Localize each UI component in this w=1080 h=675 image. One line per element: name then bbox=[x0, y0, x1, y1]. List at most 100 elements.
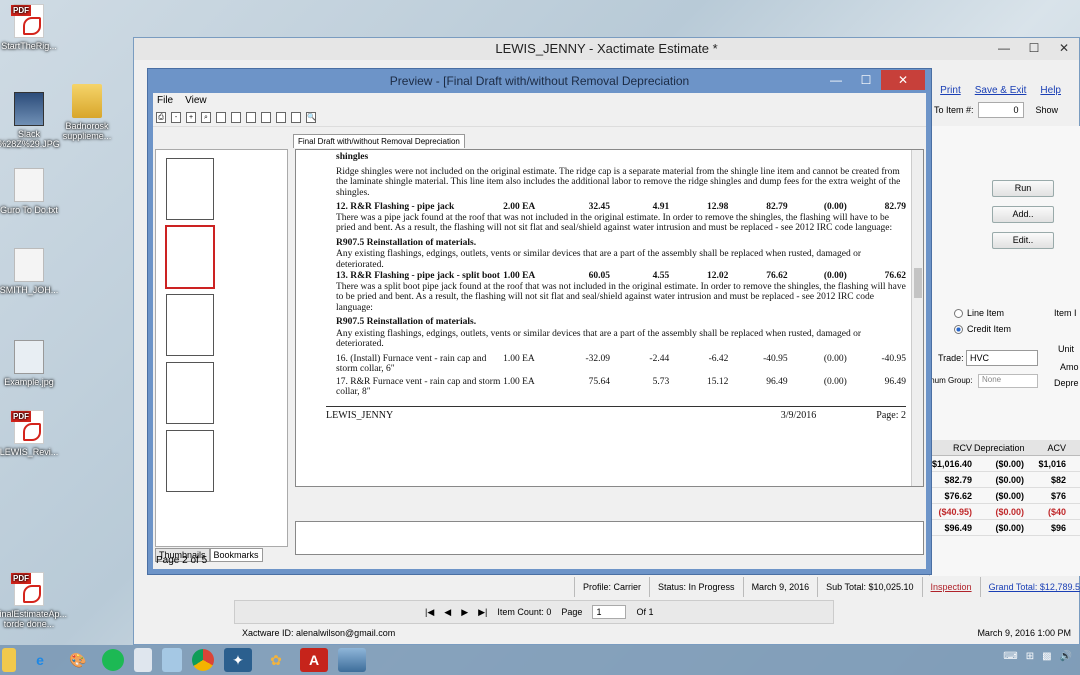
desktop-icon-pdf[interactable]: FinalEstimateAp... torde done... bbox=[0, 572, 67, 629]
document-content: shingles Ridge shingles were not include… bbox=[336, 152, 906, 398]
page-thumbnail[interactable] bbox=[166, 294, 214, 356]
next-page-icon[interactable]: ▶ bbox=[461, 607, 468, 618]
print-link[interactable]: Print bbox=[940, 85, 961, 96]
chrome-icon[interactable] bbox=[192, 649, 214, 671]
flower-app-icon[interactable]: ✿ bbox=[262, 648, 290, 672]
menu-view[interactable]: View bbox=[185, 93, 207, 109]
desktop-icon-pdf[interactable]: StartTheRig... bbox=[0, 4, 64, 51]
last-page-icon[interactable]: ▶| bbox=[478, 607, 487, 618]
windows-icon[interactable]: ⊞ bbox=[1026, 651, 1034, 662]
doc-heading: shingles bbox=[336, 152, 369, 162]
network-icon[interactable]: ▩ bbox=[1042, 651, 1051, 662]
credit-item-radio[interactable]: Credit Item bbox=[954, 324, 1011, 334]
grid-cell: ($40.95) bbox=[938, 507, 972, 517]
add-button[interactable]: Add.. bbox=[992, 206, 1054, 223]
grid-cell: $82.79 bbox=[944, 475, 972, 485]
menu-file[interactable]: File bbox=[157, 93, 173, 109]
xactimate-icon[interactable]: ✦ bbox=[224, 648, 252, 672]
grid-cell: $76.62 bbox=[944, 491, 972, 501]
profile-status: Profile: Carrier bbox=[574, 577, 649, 597]
window-controls: — ☐ ✕ bbox=[989, 38, 1079, 58]
desktop-icon-file[interactable]: SMITH_JOH... bbox=[0, 248, 64, 295]
page-thumbnail[interactable] bbox=[166, 158, 214, 220]
page-input[interactable]: 1 bbox=[592, 605, 627, 619]
show-dropdown[interactable]: Show bbox=[1036, 105, 1059, 115]
item-label: Item I bbox=[1054, 308, 1077, 318]
doc-subheading: R907.5 Reinstallation of materials. bbox=[336, 317, 477, 327]
volume-icon[interactable]: 🔊 bbox=[1060, 651, 1072, 662]
grid-header: RCV Depreciation ACV bbox=[929, 440, 1080, 456]
goto-item-input[interactable]: 0 bbox=[977, 102, 1024, 118]
zoom-out-icon[interactable]: - bbox=[171, 112, 181, 123]
photos-icon[interactable] bbox=[338, 648, 366, 672]
grid-cell: $76 bbox=[1050, 491, 1066, 501]
close-button[interactable]: ✕ bbox=[1049, 38, 1079, 58]
preview-window: Preview - [Final Draft with/without Remo… bbox=[147, 68, 932, 575]
taskbar: e 🎨 ✦ ✿ A ⌨ ⊞ ▩ 🔊 bbox=[0, 645, 1080, 675]
report-tab[interactable]: Final Draft with/without Removal Depreci… bbox=[293, 134, 465, 148]
file-explorer-icon[interactable] bbox=[2, 648, 16, 672]
grid-cell: $1,016 bbox=[1038, 459, 1066, 469]
desktop-icon-folder[interactable]: Badnorosk supplieme... bbox=[52, 84, 122, 141]
grid-cell: $96 bbox=[1050, 523, 1066, 533]
preview-menu: File View bbox=[153, 93, 926, 109]
calculator-icon[interactable] bbox=[134, 648, 152, 672]
grid-row[interactable]: $96.49 ($0.00) $96 bbox=[929, 520, 1080, 536]
doc-footer: LEWIS_JENNY 3/9/2016 Page: 2 bbox=[326, 406, 906, 421]
window-title: LEWIS_JENNY - Xactimate Estimate * bbox=[134, 38, 1079, 60]
grid-cell: ($0.00) bbox=[995, 475, 1024, 485]
page-icon[interactable] bbox=[246, 112, 256, 123]
line-item: 16. (Install) Furnace vent - rain cap an… bbox=[336, 353, 907, 375]
edit-button[interactable]: Edit.. bbox=[992, 232, 1054, 249]
grid-row[interactable]: ($40.95) ($0.00) ($40 bbox=[929, 504, 1080, 520]
prev-page-icon[interactable]: ◀ bbox=[444, 607, 451, 618]
doc-subheading: R907.5 Reinstallation of materials. bbox=[336, 237, 477, 248]
maximize-button[interactable]: ☐ bbox=[851, 70, 881, 90]
first-page-icon[interactable]: |◀ bbox=[425, 607, 434, 618]
keyboard-icon[interactable]: ⌨ bbox=[1003, 651, 1017, 662]
spotify-icon[interactable] bbox=[102, 649, 124, 671]
page-thumbnail[interactable] bbox=[166, 430, 214, 492]
desktop-icon-pdf[interactable]: LEWIS_Revi... bbox=[0, 410, 64, 457]
acrobat-icon[interactable]: A bbox=[300, 648, 328, 672]
maximize-button[interactable]: ☐ bbox=[1019, 38, 1049, 58]
inspection-link[interactable]: Inspection bbox=[921, 577, 980, 597]
group-select[interactable]: None bbox=[978, 374, 1038, 388]
desktop-icon-file[interactable]: Guro To Do.txt bbox=[0, 168, 64, 215]
grand-total-link[interactable]: Grand Total: $12,789.58 bbox=[979, 577, 1080, 597]
paint-icon[interactable]: 🎨 bbox=[64, 648, 92, 672]
app-icon[interactable] bbox=[162, 648, 182, 672]
line-item-radio[interactable]: Line Item bbox=[954, 308, 1004, 318]
find-icon[interactable]: 🔍 bbox=[306, 112, 316, 123]
page-icon[interactable] bbox=[261, 112, 271, 123]
grid-cell: ($0.00) bbox=[995, 523, 1024, 533]
page-thumbnail[interactable] bbox=[166, 362, 214, 424]
desktop-icon-image-file[interactable]: Example.jpg bbox=[0, 340, 64, 387]
grid-row[interactable]: $76.62 ($0.00) $76 bbox=[929, 488, 1080, 504]
zoom-icon[interactable]: ⌕ bbox=[201, 112, 211, 123]
zoom-in-icon[interactable]: + bbox=[186, 112, 196, 123]
page-of: Of 1 bbox=[636, 607, 654, 617]
scrollbar-thumb[interactable] bbox=[914, 268, 922, 298]
grid-row[interactable]: $1,016.40 ($0.00) $1,016 bbox=[929, 456, 1080, 472]
page-thumbnail[interactable] bbox=[165, 225, 215, 289]
footer-page: Page: 2 bbox=[876, 410, 906, 421]
minimize-button[interactable]: — bbox=[989, 38, 1019, 58]
pdf-icon bbox=[11, 410, 44, 444]
tab-bookmarks[interactable]: Bookmarks bbox=[209, 548, 263, 562]
page-icon[interactable] bbox=[276, 112, 286, 123]
close-button[interactable]: ✕ bbox=[881, 70, 925, 90]
print-icon[interactable]: ⎙ bbox=[156, 112, 166, 123]
minimize-button[interactable]: — bbox=[821, 70, 851, 90]
page-icon[interactable] bbox=[291, 112, 301, 123]
document-scrollbar[interactable] bbox=[911, 150, 923, 486]
help-link[interactable]: Help bbox=[1040, 85, 1061, 96]
page-icon[interactable] bbox=[231, 112, 241, 123]
page-icon[interactable] bbox=[216, 112, 226, 123]
trade-select[interactable]: HVC bbox=[966, 350, 1038, 366]
doc-paragraph: Any existing flashings, edgings, outlets… bbox=[336, 249, 861, 270]
internet-explorer-icon[interactable]: e bbox=[26, 648, 54, 672]
grid-row[interactable]: $82.79 ($0.00) $82 bbox=[929, 472, 1080, 488]
run-button[interactable]: Run bbox=[992, 180, 1054, 197]
save-exit-link[interactable]: Save & Exit bbox=[975, 85, 1027, 96]
